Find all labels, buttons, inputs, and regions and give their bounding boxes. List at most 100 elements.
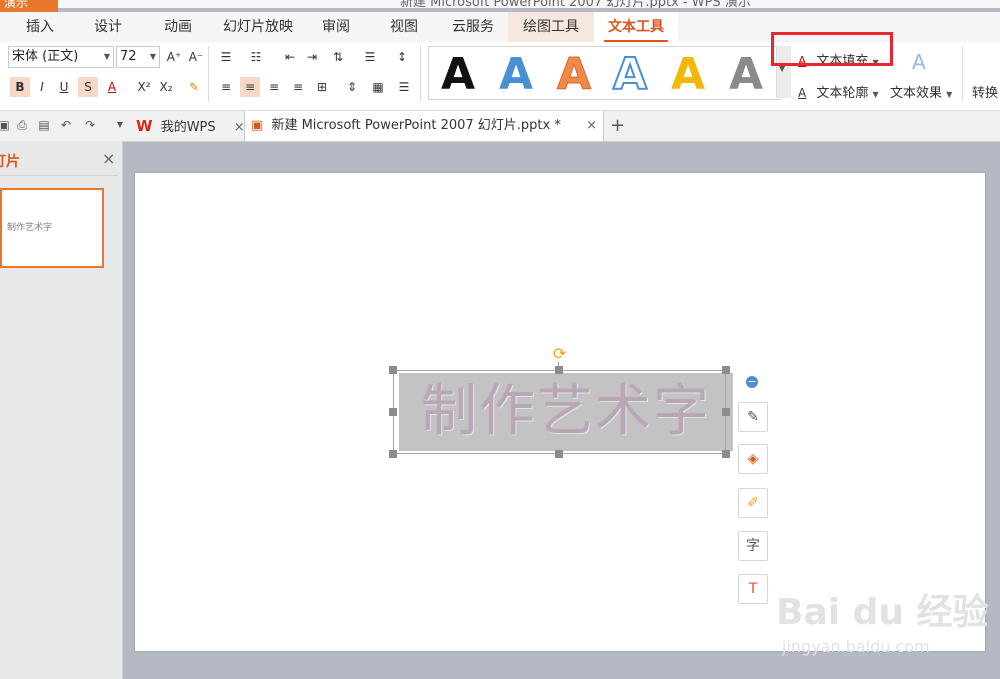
resize-handle[interactable]	[389, 366, 397, 374]
watermark-url: jingyan.baidu.com	[782, 637, 930, 656]
wordart-style-gallery: A A A A A A	[428, 46, 780, 100]
paragraph-spacing-icon[interactable]: ⇕	[342, 77, 362, 97]
tab-insert[interactable]: 插入	[12, 12, 68, 42]
convert-button[interactable]: 转换	[972, 82, 998, 101]
text-outline-button[interactable]: A 文本轮廓 ▼	[798, 82, 879, 101]
numbering-icon[interactable]: ☷	[246, 47, 266, 67]
redo-icon[interactable]: ↷	[82, 117, 98, 133]
tab-slideshow[interactable]: 幻灯片放映	[218, 12, 298, 42]
line-spacing-icon[interactable]: ↕	[392, 47, 412, 67]
rotate-handle-icon[interactable]: ⟳	[553, 344, 566, 363]
wordart-style-4[interactable]: A	[605, 52, 655, 98]
font-size-value: 72	[120, 49, 137, 64]
bullets-icon[interactable]: ☰	[216, 47, 236, 67]
text-outline-label: 文本轮廓	[816, 86, 869, 101]
justify-icon[interactable]: ≡	[288, 77, 308, 97]
panel-divider	[0, 175, 118, 176]
customize-dropdown-icon[interactable]: ▼	[112, 117, 128, 133]
resize-handle[interactable]	[722, 366, 730, 374]
ribbon-divider	[962, 46, 963, 102]
wordart-style-5[interactable]: A	[663, 53, 713, 97]
wordart-style-3[interactable]: A	[549, 52, 599, 97]
thumbnail-text: 制作艺术字	[7, 223, 53, 233]
chevron-down-icon: ▼	[103, 52, 110, 61]
bold-button[interactable]: B	[10, 77, 30, 97]
panel-close-button[interactable]: ×	[102, 149, 115, 168]
text-direction-icon[interactable]: ⇅	[328, 47, 348, 67]
wordart-style-2[interactable]: A	[491, 53, 541, 97]
chevron-down-icon: ▼	[872, 90, 879, 99]
tab-my-wps[interactable]: W 我的WPS ×	[136, 111, 245, 141]
tab-cloud[interactable]: 云服务	[442, 12, 504, 42]
text-frame-icon[interactable]: T	[738, 574, 768, 604]
distribute-icon[interactable]: ⊞	[312, 77, 332, 97]
wordart-style-6[interactable]: A	[721, 53, 771, 97]
watermark-brand: Bai du 经验	[776, 592, 989, 633]
quick-access-bar: ▣ ⎙ ▤ ↶ ↷ ▼ W 我的WPS × ▣ 新建 Microsoft Pow…	[0, 111, 1000, 142]
panel-title: 幻灯片	[0, 154, 20, 170]
columns-icon[interactable]: ▦	[368, 77, 388, 97]
resize-handle[interactable]	[389, 450, 397, 458]
align-right-icon[interactable]: ≡	[264, 77, 284, 97]
slide-thumbnail[interactable]: 制作艺术字	[0, 188, 104, 268]
undo-icon[interactable]: ↶	[58, 117, 74, 133]
window-title: 新建 Microsoft PowerPoint 2007 幻灯片.pptx - …	[400, 0, 751, 8]
wordart-style-1[interactable]: A	[433, 53, 483, 97]
tab-document-label: 新建 Microsoft PowerPoint 2007 幻灯片.pptx *	[271, 118, 561, 133]
italic-button[interactable]: I	[32, 77, 52, 97]
tab-design[interactable]: 设计	[80, 12, 136, 42]
tab-document[interactable]: ▣ 新建 Microsoft PowerPoint 2007 幻灯片.pptx …	[244, 111, 604, 141]
collapse-toolbar-icon[interactable]: −	[746, 376, 758, 388]
baidu-watermark: Bai du 经验 jingyan.baidu.com	[776, 583, 989, 663]
tab-view[interactable]: 视图	[376, 12, 432, 42]
chevron-down-icon: ▼	[946, 90, 953, 99]
outline-pen-icon[interactable]: ✐	[738, 488, 768, 518]
shrink-font-button[interactable]: A⁻	[186, 47, 206, 67]
presentation-file-icon: ▣	[251, 118, 264, 133]
align-left-icon[interactable]: ≡	[216, 77, 236, 97]
font-color-button[interactable]: A	[102, 77, 122, 97]
chevron-down-icon: ▼	[149, 52, 156, 61]
text-fill-highlight	[771, 32, 893, 66]
print-icon[interactable]: ⎙	[14, 117, 30, 133]
tab-my-wps-label: 我的WPS	[160, 120, 216, 135]
increase-indent-icon[interactable]: ⇥	[302, 47, 322, 67]
text-style-button[interactable]: 字	[738, 531, 768, 561]
shadow-button[interactable]: S	[78, 77, 98, 97]
text-effects-preview-icon[interactable]: A	[912, 50, 926, 74]
wps-logo-icon: W	[136, 117, 153, 135]
new-tab-button[interactable]: +	[610, 111, 625, 141]
tab-animation[interactable]: 动画	[150, 12, 206, 42]
resize-handle[interactable]	[555, 450, 563, 458]
text-effects-label: 文本效果	[890, 86, 943, 101]
text-effects-button[interactable]: 文本效果 ▼	[890, 82, 952, 101]
align-center-icon[interactable]: ≡	[240, 77, 260, 97]
align-text-icon[interactable]: ☰	[360, 47, 380, 67]
ribbon-divider	[208, 46, 209, 102]
tab-text-tools[interactable]: 文本工具	[594, 12, 678, 42]
decrease-indent-icon[interactable]: ⇤	[280, 47, 300, 67]
paragraph-settings-icon[interactable]: ☰	[394, 77, 414, 97]
fill-bucket-icon[interactable]: ◈	[738, 444, 768, 474]
resize-handle[interactable]	[555, 366, 563, 374]
save-icon[interactable]: ▣	[0, 117, 12, 133]
superscript-button[interactable]: X²	[134, 77, 154, 97]
clear-format-icon[interactable]: ✎	[184, 77, 204, 97]
underline-button[interactable]: U	[54, 77, 74, 97]
tab-drawing-tools[interactable]: 绘图工具	[508, 12, 594, 42]
edit-shape-icon[interactable]: ✎	[738, 402, 768, 432]
app-menu-button[interactable]: 演示	[0, 0, 58, 12]
font-name-select[interactable]: 宋体 (正文) ▼	[8, 46, 114, 68]
ribbon-divider	[420, 46, 421, 102]
print-preview-icon[interactable]: ▤	[36, 117, 52, 133]
selection-frame	[393, 370, 726, 454]
tab-review[interactable]: 审阅	[308, 12, 364, 42]
grow-font-button[interactable]: A⁺	[164, 47, 184, 67]
resize-handle[interactable]	[389, 408, 397, 416]
font-size-select[interactable]: 72 ▼	[116, 46, 160, 68]
close-icon[interactable]: ×	[586, 111, 597, 141]
subscript-button[interactable]: X₂	[156, 77, 176, 97]
resize-handle[interactable]	[722, 408, 730, 416]
resize-handle[interactable]	[722, 450, 730, 458]
text-outline-icon: A	[798, 86, 807, 100]
